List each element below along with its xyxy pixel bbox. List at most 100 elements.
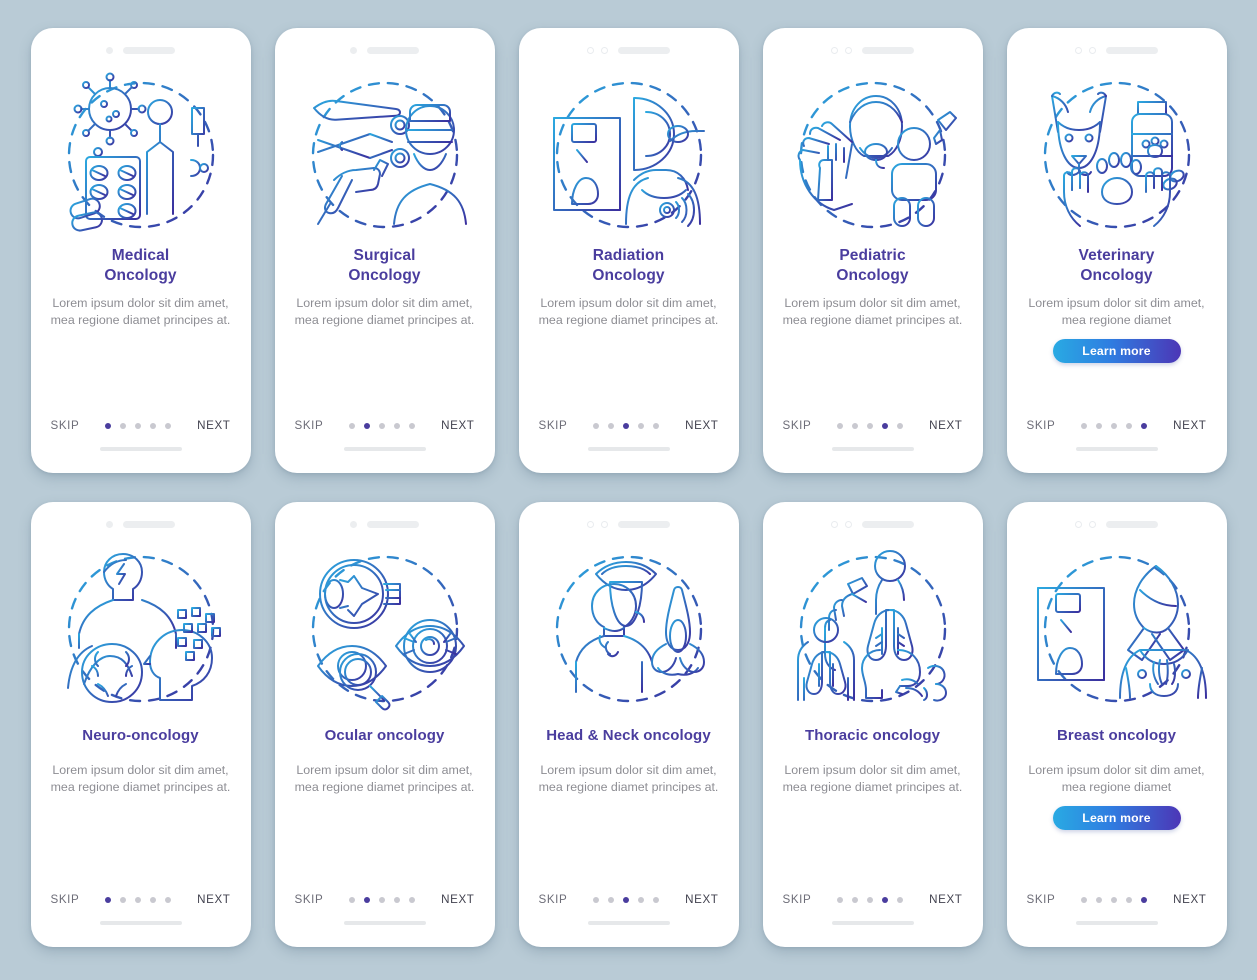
onboarding-screen-pediatric-oncology: Pediatric Oncology Lorem ipsum dolor sit d… [762,28,983,473]
pagination-dot-3[interactable] [135,422,142,429]
skip-button[interactable]: SKIP [783,419,812,432]
onboarding-screen-ocular-oncology: Ocular oncology Lorem ipsum dolor sit dim… [274,502,495,947]
skip-button[interactable]: SKIP [539,419,568,432]
screen-text-block: Breast oncology Lorem ipsum dolor sit dim… [1007,720,1227,831]
screen-navigation: SKIP NEXT [519,893,739,906]
skip-button[interactable]: SKIP [295,419,324,432]
pagination-dot-4[interactable] [638,422,645,429]
pagination-dot-3[interactable] [379,896,386,903]
screen-description: Lorem ipsum dolor sit dim amet, mea regi… [1028,763,1205,794]
next-button[interactable]: NEXT [685,419,718,432]
pagination-dot-5[interactable] [1141,896,1148,903]
pagination-dot-5[interactable] [897,896,904,903]
phone-status-notch [763,28,983,62]
notch-camera-dot [831,46,838,54]
pagination-dot-1[interactable] [105,896,112,903]
pagination-dot-4[interactable] [394,422,401,429]
notch-camera-dot [350,46,357,54]
notch-camera-dot [845,520,852,528]
screen-text-block: Neuro-oncology Lorem ipsum dolor sit dim … [31,720,251,795]
next-button[interactable]: NEXT [1173,419,1206,432]
pagination-dot-5[interactable] [165,896,172,903]
pagination-dot-4[interactable] [1126,422,1133,429]
pagination-dot-3[interactable] [135,896,142,903]
pagination-dot-4[interactable] [150,896,157,903]
pagination-dot-1[interactable] [1081,422,1088,429]
pagination-dot-4[interactable] [150,422,157,429]
next-button[interactable]: NEXT [197,419,230,432]
pagination-dot-1[interactable] [837,896,844,903]
skip-button[interactable]: SKIP [51,893,80,906]
next-button[interactable]: NEXT [1173,893,1206,906]
pagination-dot-4[interactable] [394,896,401,903]
pagination-dot-5[interactable] [409,422,416,429]
child-hands-icon [778,64,968,246]
virus-pills-patient-icon [46,64,236,246]
pagination-dot-5[interactable] [653,896,660,903]
skip-button[interactable]: SKIP [783,893,812,906]
pagination-dot-1[interactable] [837,422,844,429]
next-button[interactable]: NEXT [929,893,962,906]
next-button[interactable]: NEXT [197,893,230,906]
next-button[interactable]: NEXT [929,419,962,432]
pagination-dot-3[interactable] [379,422,386,429]
pagination-dot-4[interactable] [1126,896,1133,903]
pagination-dot-4[interactable] [882,896,889,903]
next-button[interactable]: NEXT [685,893,718,906]
pagination-dot-3[interactable] [623,422,630,429]
screen-title-line1: Radiation [592,247,665,264]
screen-title-line1: Pediatric [839,247,906,264]
skip-button[interactable]: SKIP [1027,419,1056,432]
notch-camera-dot [350,520,357,528]
notch-camera-dot [601,520,608,528]
learn-more-button[interactable]: Learn more [1052,806,1181,831]
pagination-dot-2[interactable] [120,896,127,903]
pagination-dot-1[interactable] [593,896,600,903]
screen-description: Lorem ipsum dolor sit dim amet, mea regi… [1028,296,1205,327]
pagination-dot-2[interactable] [852,896,859,903]
next-button[interactable]: NEXT [441,419,474,432]
home-indicator-bar [587,921,670,925]
pagination-dot-2[interactable] [364,422,371,429]
pagination-dot-5[interactable] [897,422,904,429]
pagination-dot-1[interactable] [349,896,356,903]
pagination-dot-2[interactable] [364,896,371,903]
onboarding-screen-neuro-oncology: Neuro-oncology Lorem ipsum dolor sit dim … [30,502,251,947]
pagination-dot-2[interactable] [1096,896,1103,903]
pagination-dot-5[interactable] [409,896,416,903]
skip-button[interactable]: SKIP [1027,893,1056,906]
pagination-dot-3[interactable] [867,422,874,429]
pagination-dot-1[interactable] [105,422,112,429]
pagination-dot-2[interactable] [1096,422,1103,429]
pagination-dot-1[interactable] [593,422,600,429]
pagination-dots [105,422,172,429]
pagination-dot-5[interactable] [653,422,660,429]
pagination-dot-4[interactable] [638,896,645,903]
onboarding-screen-medical-oncology: Medical Oncology Lorem ipsum dolor sit dim… [30,28,251,473]
pagination-dot-3[interactable] [1111,896,1118,903]
skip-button[interactable]: SKIP [539,893,568,906]
pagination-dot-1[interactable] [349,422,356,429]
brain-head-icon [46,538,236,720]
pagination-dot-2[interactable] [120,422,127,429]
pagination-dot-3[interactable] [867,896,874,903]
pagination-dot-4[interactable] [882,422,889,429]
notch-speaker-bar [123,520,175,528]
home-indicator-bar [99,447,182,451]
pagination-dot-2[interactable] [608,896,615,903]
learn-more-button[interactable]: Learn more [1052,339,1181,364]
pagination-dot-3[interactable] [623,896,630,903]
pagination-dot-5[interactable] [165,422,172,429]
pagination-dot-3[interactable] [1111,422,1118,429]
screen-description: Lorem ipsum dolor sit dim amet, mea regi… [782,763,963,794]
pagination-dot-5[interactable] [1141,422,1148,429]
skip-button[interactable]: SKIP [51,419,80,432]
notch-speaker-bar [862,46,914,54]
pagination-dot-2[interactable] [608,422,615,429]
pagination-dot-2[interactable] [852,422,859,429]
pagination-dot-1[interactable] [1081,896,1088,903]
next-button[interactable]: NEXT [441,893,474,906]
screen-title: Radiation Oncology [533,246,725,286]
skip-button[interactable]: SKIP [295,893,324,906]
pagination-dots [349,422,416,429]
